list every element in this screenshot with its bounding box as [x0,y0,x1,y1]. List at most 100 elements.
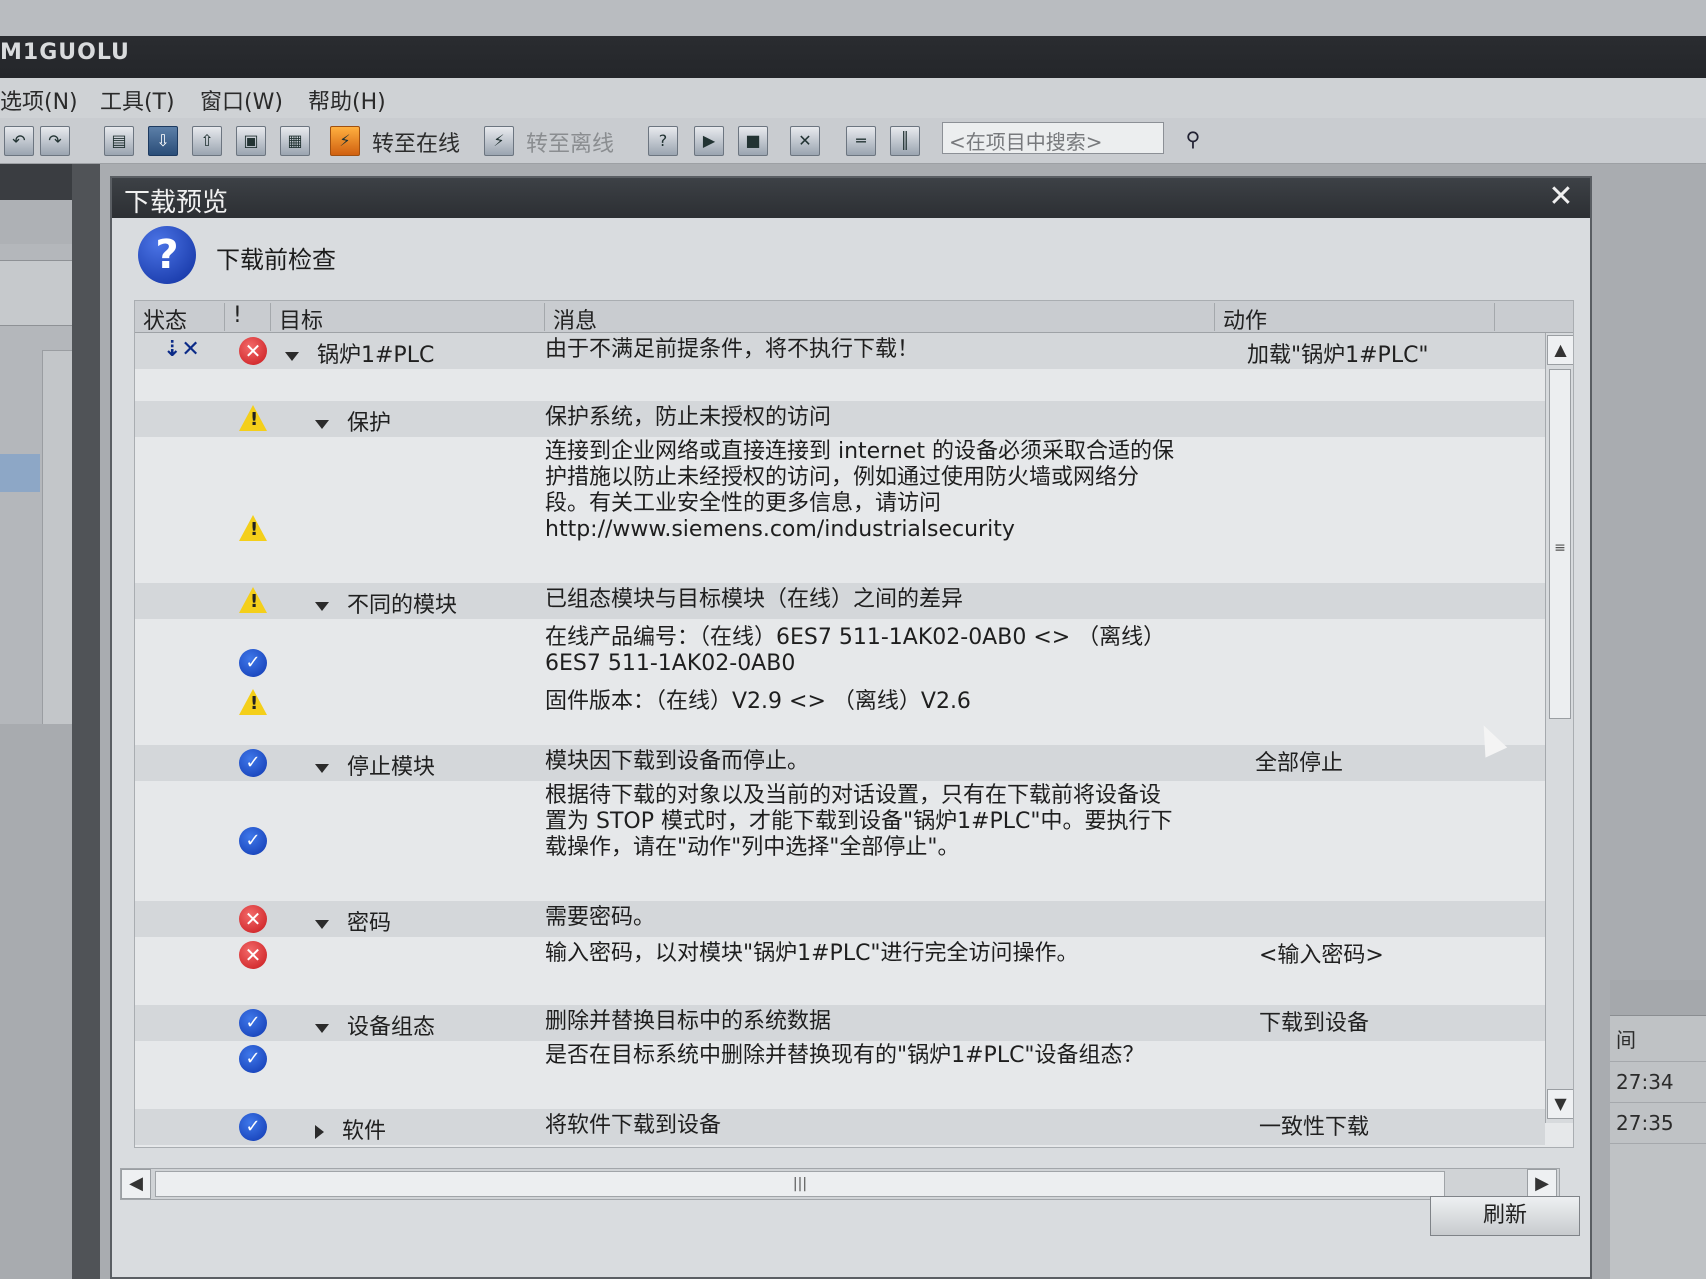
scroll-right-icon[interactable]: ▶ [1527,1169,1557,1199]
tree-scrollbar[interactable] [42,350,76,750]
check-icon: ✓ [239,1113,267,1141]
table-row[interactable]: ⇣✕ ✕ 锅炉1#PLC 由于不满足前提条件，将不执行下载！ 加载"锅炉1#PL… [135,333,1545,369]
split-vertical-icon[interactable]: ║ [890,126,920,156]
password-input[interactable]: <输入密码> [1259,937,1384,969]
row-message: 连接到企业网络或直接连接到 internet 的设备必须采取合适的保护措施以防止… [545,439,1174,542]
expand-arrow-icon[interactable] [285,351,299,361]
expand-arrow-icon[interactable] [315,763,329,773]
dialog-subtitle: 下载前检查 [216,246,336,274]
check-icon: ✓ [239,1045,267,1073]
project-search-input[interactable]: <在项目中搜索> [942,122,1164,154]
dialog-title-bar: 下载预览 ✕ [112,178,1590,218]
row-message: 固件版本：（在线）V2.9 <> （离线）V2.6 [545,689,971,714]
time-entry: 27:35 [1610,1103,1706,1144]
table-row[interactable]: 保护 保护系统，防止未授权的访问 [135,401,1545,437]
tree-node-device-config[interactable]: 设备组态 [315,1009,435,1041]
row-message: 是否在目标系统中删除并替换现有的"锅炉1#PLC"设备组态？ [545,1043,1145,1068]
cross-reference-icon[interactable]: ✕ [790,126,820,156]
app-title: M1GUOLU [0,40,130,65]
col-action[interactable]: 动作 [1215,303,1495,334]
table-row[interactable]: ✓ 软件 将软件下载到设备 一致性下载 [135,1109,1545,1145]
expand-arrow-icon[interactable] [315,1125,324,1139]
warning-icon [239,689,267,715]
scroll-left-icon[interactable]: ◀ [121,1169,151,1199]
scroll-thumb[interactable]: ||| [155,1171,1445,1197]
app-title-bar: M1GUOLU [0,0,1706,78]
table-row[interactable]: ✓ 根据待下载的对象以及当前的对话设置，只有在下载前将设备设置为 STOP 模式… [135,783,1545,869]
go-offline-button[interactable]: 转至离线 [526,126,614,158]
tree-node-stop-modules[interactable]: 停止模块 [315,749,435,781]
undo-icon[interactable]: ↶ [4,126,34,156]
warning-icon [239,587,267,613]
redo-icon[interactable]: ↷ [40,126,70,156]
table-row[interactable]: 不同的模块 已组态模块与目标模块（在线）之间的差异 [135,583,1545,619]
table-row[interactable]: ✕ 输入密码，以对模块"锅炉1#PLC"进行完全访问操作。 <输入密码> [135,937,1545,973]
check-icon: ✓ [239,749,267,777]
row-message: 已组态模块与目标模块（在线）之间的差异 [545,587,1175,613]
row-message: 输入密码，以对模块"锅炉1#PLC"进行完全访问操作。 [545,941,1079,966]
tree-node-plc[interactable]: 锅炉1#PLC [285,337,434,369]
vertical-scrollbar[interactable]: ▲ ≡ ▼ [1545,333,1573,1123]
accessible-devices-icon[interactable]: ? [648,126,678,156]
table-row[interactable]: ✓ 是否在目标系统中删除并替换现有的"锅炉1#PLC"设备组态？ [135,1041,1545,1077]
col-message[interactable]: 消息 [545,303,1215,334]
row-action[interactable]: 加载"锅炉1#PLC" [1247,337,1429,369]
error-icon: ✕ [239,337,267,365]
table-row[interactable]: ✓ 在线产品编号：（在线）6ES7 511-1AK02-0AB0 <> （离线）… [135,623,1545,681]
table-row[interactable]: ✓ 停止模块 模块因下载到设备而停止。 全部停止 [135,745,1545,781]
table-row[interactable]: 固件版本：（在线）V2.9 <> （离线）V2.6 [135,683,1545,719]
refresh-button[interactable]: 刷新 [1430,1196,1580,1236]
start-simulation-icon[interactable]: ▣ [236,126,266,156]
table-row[interactable]: ✓ 设备组态 删除并替换目标中的系统数据 下载到设备 [135,1005,1545,1041]
tree-selected-item[interactable] [0,454,40,492]
error-icon: ✕ [239,905,267,933]
tree-node-different-modules[interactable]: 不同的模块 [315,587,457,619]
stop-cpu-icon[interactable]: ■ [738,126,768,156]
panel-divider [72,164,100,1279]
split-horizontal-icon[interactable]: ═ [846,126,876,156]
row-action[interactable]: 下载到设备 [1259,1005,1369,1037]
upload-from-device-icon[interactable]: ⇧ [192,126,222,156]
tree-node-password[interactable]: 密码 [315,905,391,937]
scroll-down-icon[interactable]: ▼ [1547,1089,1573,1119]
close-icon[interactable]: ✕ [1544,180,1578,214]
inspector-header [1610,980,1706,1016]
expand-arrow-icon[interactable] [315,601,329,611]
scroll-up-icon[interactable]: ▲ [1547,335,1573,365]
horizontal-scrollbar[interactable]: ◀ ||| ▶ [120,1168,1560,1200]
go-offline-icon[interactable]: ⚡ [484,126,514,156]
download-preview-dialog: 下载预览 ✕ ? 下载前检查 状态 ! 目标 消息 动作 ⇣✕ ✕ 锅炉1#PL… [110,176,1592,1279]
tree-node-software[interactable]: 软件 [315,1113,386,1145]
menu-tools[interactable]: 工具(T) [100,84,175,116]
table-row[interactable]: ✕ 密码 需要密码。 [135,901,1545,937]
menu-options[interactable]: 选项(N) [0,84,78,116]
download-to-device-icon[interactable]: ⇩ [148,126,178,156]
row-message: 删除并替换目标中的系统数据 [545,1009,1175,1035]
row-action[interactable]: 一致性下载 [1259,1109,1369,1141]
expand-arrow-icon[interactable] [315,919,329,929]
search-icon[interactable]: ⚲ [1178,124,1208,154]
time-entry: 27:34 [1610,1062,1706,1103]
start-cpu-icon[interactable]: ▶ [694,126,724,156]
scroll-thumb[interactable]: ≡ [1549,369,1571,719]
table-header: 状态 ! 目标 消息 动作 [135,301,1573,334]
row-action[interactable]: 全部停止 [1255,745,1343,777]
go-online-icon[interactable]: ⚡ [330,126,360,156]
row-message: 保护系统，防止未授权的访问 [545,405,1175,431]
col-target[interactable]: 目标 [271,303,545,334]
expand-arrow-icon[interactable] [315,1023,329,1033]
stop-simulation-icon[interactable]: ▦ [280,126,310,156]
expand-arrow-icon[interactable] [315,419,329,429]
details-view [0,724,72,1279]
col-bang[interactable]: ! [225,303,271,331]
menu-window[interactable]: 窗口(W) [200,84,283,116]
menu-help[interactable]: 帮助(H) [308,84,386,116]
go-online-button[interactable]: 转至在线 [372,126,460,158]
menu-bar: 选项(N) 工具(T) 窗口(W) 帮助(H) [0,78,1706,118]
col-status[interactable]: 状态 [135,303,225,334]
tree-node-protection[interactable]: 保护 [315,405,391,437]
warning-icon [239,405,267,431]
table-row[interactable]: 连接到企业网络或直接连接到 internet 的设备必须采取合适的保护措施以防止… [135,439,1545,549]
dialog-title: 下载预览 [124,188,229,218]
compile-icon[interactable]: ▤ [104,126,134,156]
